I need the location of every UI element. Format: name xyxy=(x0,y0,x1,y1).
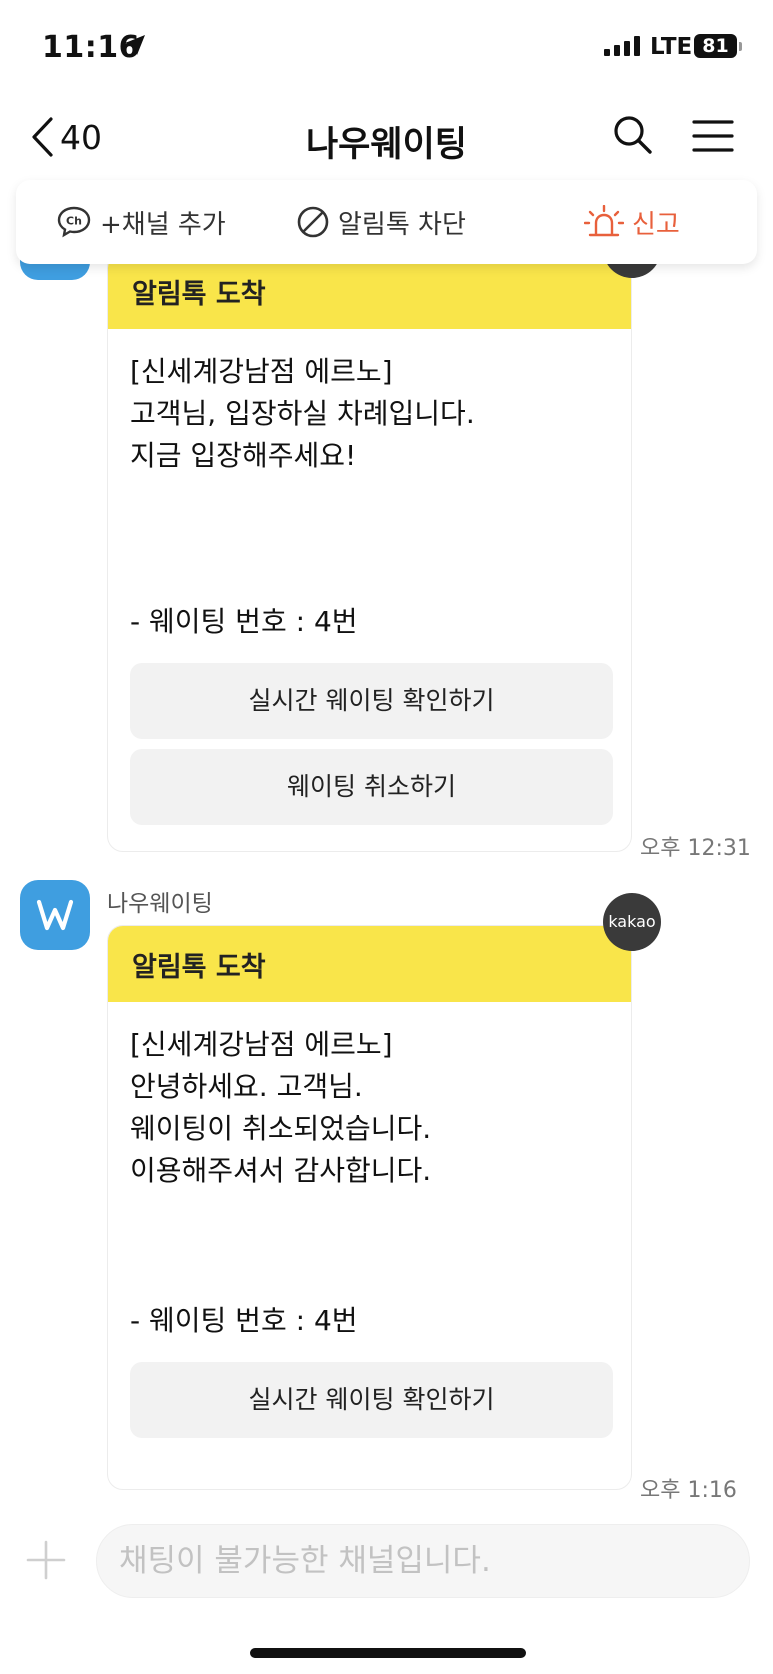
bubble-header: 알림톡 도착 xyxy=(108,926,631,1002)
message-line: 안녕하세요. 고객님. xyxy=(130,1070,363,1103)
battery-level: 81 xyxy=(702,35,729,57)
block-label: 알림톡 차단 xyxy=(338,209,466,240)
kakao-badge: kakao xyxy=(603,893,661,951)
nowwaiting-logo-icon xyxy=(36,899,74,931)
message-time: 오후 1:16 xyxy=(640,1478,737,1503)
message-bubble: 알림톡 도착 [신세계강남점 에르노] 안녕하세요. 고객님. 웨이팅이 취소되… xyxy=(107,925,632,1490)
report-label: 신고 xyxy=(632,209,680,240)
check-realtime-waiting-button[interactable]: 실시간 웨이팅 확인하기 xyxy=(130,1362,613,1438)
add-channel-button[interactable]: Ch +채널 추가 xyxy=(56,180,226,264)
siren-icon xyxy=(584,205,624,237)
battery-icon: 81 xyxy=(694,34,737,58)
bubble-body: [신세계강남점 에르노] 고객님, 입장하실 차례입니다. 지금 입장해주세요!… xyxy=(108,329,631,825)
message-time: 오후 12:31 xyxy=(640,836,751,861)
network-type: LTE xyxy=(650,34,693,60)
channel-avatar[interactable] xyxy=(20,880,90,950)
message-bubble: 알림톡 도착 [신세계강남점 에르노] 고객님, 입장하실 차례입니다. 지금 … xyxy=(107,252,632,852)
svg-text:Ch: Ch xyxy=(66,215,82,228)
check-realtime-waiting-button[interactable]: 실시간 웨이팅 확인하기 xyxy=(130,663,613,739)
cancel-waiting-button[interactable]: 웨이팅 취소하기 xyxy=(130,749,613,825)
search-icon[interactable] xyxy=(612,114,654,156)
cellular-signal-icon xyxy=(604,36,640,56)
message-line: 고객님, 입장하실 차례입니다. xyxy=(130,397,475,430)
waiting-number: - 웨이팅 번호 : 4번 xyxy=(130,605,358,638)
channel-icon: Ch xyxy=(57,206,91,238)
plus-icon[interactable] xyxy=(26,1540,66,1580)
chat-input[interactable]: 채팅이 불가능한 채널입니다. xyxy=(96,1524,750,1598)
add-channel-label: +채널 추가 xyxy=(100,209,226,240)
battery-cap xyxy=(739,42,742,51)
message-line: [신세계강남점 에르노] xyxy=(130,355,393,388)
status-bar: 11:16 LTE 81 xyxy=(0,0,773,96)
message-line: 이용해주셔서 감사합니다. xyxy=(130,1154,432,1187)
channel-action-bar: Ch +채널 추가 알림톡 차단 신고 xyxy=(16,180,757,264)
home-indicator[interactable] xyxy=(250,1648,526,1658)
sender-name: 나우웨이팅 xyxy=(107,891,213,917)
location-arrow-icon xyxy=(125,35,145,55)
block-notification-button[interactable]: 알림톡 차단 xyxy=(296,180,466,264)
page-title: 나우웨이팅 xyxy=(305,125,467,165)
bubble-body: [신세계강남점 에르노] 안녕하세요. 고객님. 웨이팅이 취소되었습니다. 이… xyxy=(108,1002,631,1438)
bubble-header: 알림톡 도착 xyxy=(108,253,631,329)
message-line: 웨이팅이 취소되었습니다. xyxy=(130,1112,432,1145)
message-line: 지금 입장해주세요! xyxy=(130,439,357,472)
report-button[interactable]: 신고 xyxy=(584,180,680,264)
nav-bar: 40 나우웨이팅 xyxy=(0,96,773,180)
message-line: [신세계강남점 에르노] xyxy=(130,1028,393,1061)
menu-icon[interactable] xyxy=(692,118,734,154)
block-icon xyxy=(297,206,329,238)
waiting-number: - 웨이팅 번호 : 4번 xyxy=(130,1304,358,1337)
